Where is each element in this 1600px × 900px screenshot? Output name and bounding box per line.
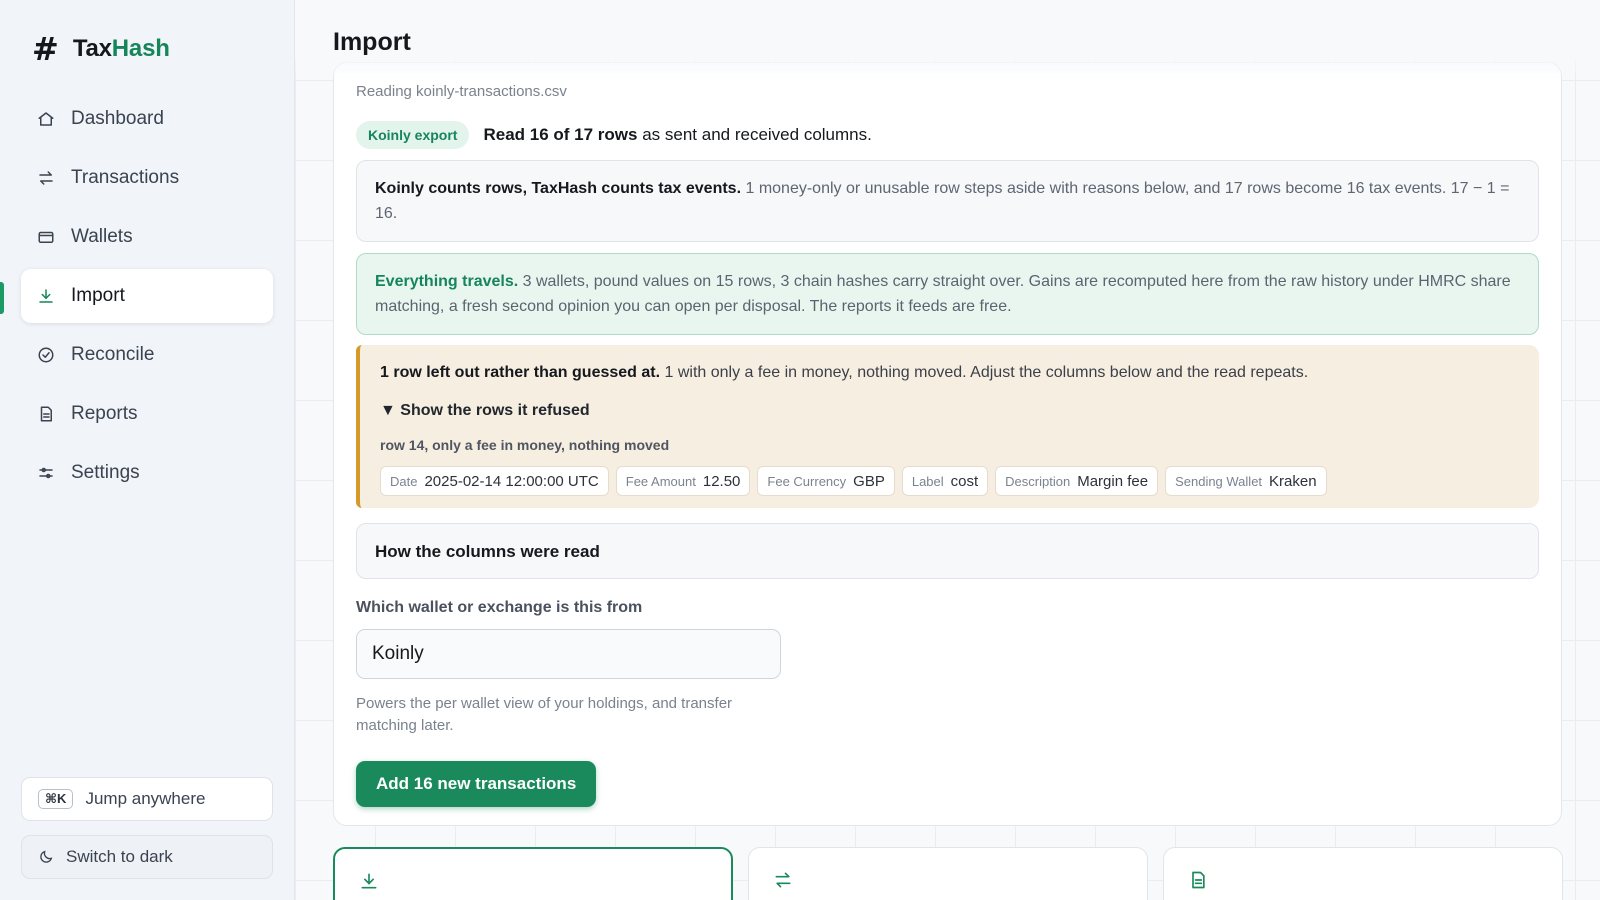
import-card: Reading koinly-transactions.csv Koinly e…: [333, 62, 1562, 826]
columns-read-section[interactable]: How the columns were read: [356, 523, 1539, 579]
sidebar-item-reports[interactable]: Reports: [21, 387, 273, 441]
travels-notice: Everything travels. 3 wallets, pound val…: [356, 253, 1539, 335]
chip-key: Description: [1005, 473, 1071, 489]
field-chip: Sending Wallet Kraken: [1165, 466, 1327, 496]
chip-value: Kraken: [1269, 472, 1317, 490]
field-chip: Fee Currency GBP: [757, 466, 895, 496]
sidebar-item-dashboard[interactable]: Dashboard: [21, 92, 273, 146]
chip-key: Sending Wallet: [1175, 473, 1263, 489]
sidebar-nav: Dashboard Transactions Wallets Import Re…: [21, 92, 273, 505]
wallet-field-label: Which wallet or exchange is this from: [356, 599, 643, 616]
check-circle-icon: [38, 347, 54, 363]
sidebar-item-reconcile[interactable]: Reconcile: [21, 328, 273, 382]
sidebar-item-label: Import: [71, 285, 125, 306]
step-tile-transactions[interactable]: [748, 847, 1148, 900]
wallet-icon: [38, 231, 54, 243]
chip-value: Margin fee: [1077, 472, 1149, 490]
add-transactions-button[interactable]: Add 16 new transactions: [356, 761, 597, 807]
counts-explainer: Koinly counts rows, TaxHash counts tax e…: [356, 160, 1539, 242]
chip-value: 12.50: [702, 472, 741, 490]
main-content: Import Reading koinly-transactions.csv K…: [295, 0, 1600, 900]
toggle-label: Show the rows it refused: [400, 402, 590, 419]
refused-bold: 1 row left out rather than guessed at.: [380, 364, 661, 381]
travels-text: 3 wallets, pound values on 15 rows, 3 ch…: [375, 273, 1511, 315]
triangle-down-icon: ▼: [380, 402, 396, 419]
brand-name-part2: Hash: [111, 35, 170, 62]
columns-read-heading: How the columns were read: [375, 541, 600, 561]
refused-rows-panel: 1 row left out rather than guessed at. 1…: [356, 345, 1539, 508]
refused-text: 1 with only a fee in money, nothing move…: [664, 364, 1309, 381]
header-backdrop: [295, 0, 1600, 80]
step-tile-import[interactable]: [333, 847, 733, 900]
moon-icon: [40, 850, 53, 863]
chip-key: Fee Currency: [767, 473, 847, 489]
import-summary: Koinly export Read 16 of 17 rows as sent…: [356, 121, 872, 149]
travels-bold: Everything travels.: [375, 273, 519, 290]
field-chip: Label cost: [901, 466, 989, 496]
sidebar: # TaxHash Dashboard Transactions Wallets…: [0, 0, 295, 900]
reading-file-text: Reading koinly-transactions.csv: [356, 83, 567, 100]
download-icon: [39, 289, 53, 303]
brand-name: TaxHash: [73, 35, 170, 63]
switch-to-dark-label: Switch to dark: [66, 847, 173, 866]
document-icon: [1192, 871, 1205, 889]
summary-bold: Read 16 of 17 rows: [483, 125, 638, 144]
brand-logo[interactable]: # TaxHash: [32, 30, 170, 68]
sidebar-item-label: Reports: [71, 403, 138, 424]
field-chip: Date 2025-02-14 12:00:00 UTC: [380, 466, 609, 496]
summary-rest: as sent and received columns.: [642, 125, 872, 144]
sidebar-item-label: Reconcile: [71, 344, 155, 365]
document-icon: [40, 406, 52, 422]
shortcut-key: ⌘K: [38, 789, 74, 809]
jump-anywhere-button[interactable]: ⌘K Jump anywhere: [21, 777, 273, 821]
field-chip: Fee Amount 12.50: [615, 466, 751, 496]
chip-value: 2025-02-14 12:00:00 UTC: [424, 472, 599, 490]
brand-name-part1: Tax: [72, 35, 112, 62]
sidebar-item-label: Wallets: [71, 226, 133, 247]
hash-logo-icon: #: [32, 30, 59, 68]
jump-anywhere-label: Jump anywhere: [85, 789, 206, 808]
step-tile-reports[interactable]: [1163, 847, 1563, 900]
sidebar-item-wallets[interactable]: Wallets: [21, 210, 273, 264]
counts-bold: Koinly counts rows, TaxHash counts tax e…: [375, 180, 742, 197]
swap-icon: [775, 872, 791, 888]
download-icon: [361, 873, 377, 889]
sidebar-item-import[interactable]: Import: [21, 269, 273, 323]
switch-to-dark-button[interactable]: Switch to dark: [21, 835, 273, 879]
chip-value: GBP: [853, 472, 885, 490]
sidebar-item-label: Settings: [71, 462, 140, 483]
sidebar-item-label: Dashboard: [71, 108, 164, 129]
chip-key: Date: [390, 473, 418, 489]
sidebar-item-settings[interactable]: Settings: [21, 446, 273, 500]
wallet-field-hint: Powers the per wallet view of your holdi…: [356, 695, 733, 734]
field-chip: Description Margin fee: [995, 466, 1159, 496]
chip-key: Label: [911, 473, 944, 489]
summary-text: Read 16 of 17 rows as sent and received …: [483, 125, 871, 145]
sidebar-item-transactions[interactable]: Transactions: [21, 151, 273, 205]
source-badge: Koinly export: [356, 121, 470, 149]
refused-summary: 1 row left out rather than guessed at. 1…: [380, 360, 1519, 385]
chip-key: Fee Amount: [625, 473, 696, 489]
chip-value: cost: [950, 472, 979, 490]
page-title: Import: [333, 28, 411, 56]
sidebar-item-label: Transactions: [71, 167, 180, 188]
sliders-icon: [39, 467, 53, 479]
show-refused-toggle[interactable]: ▼ Show the rows it refused: [380, 398, 1519, 423]
swap-icon: [39, 171, 53, 185]
home-icon: [38, 112, 54, 126]
refused-row-note: row 14, only a fee in money, nothing mov…: [380, 437, 670, 453]
wallet-source-input[interactable]: [356, 629, 781, 679]
refused-row-fields: Date 2025-02-14 12:00:00 UTC Fee Amount 12…: [380, 466, 1519, 496]
active-indicator: [0, 282, 4, 314]
